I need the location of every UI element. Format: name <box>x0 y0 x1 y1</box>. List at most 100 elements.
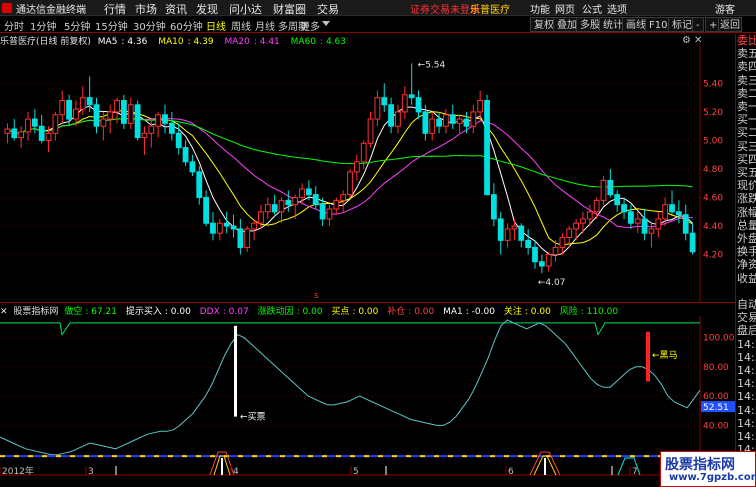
tab-period-1min[interactable]: 1分钟 <box>30 18 56 33</box>
menu-item-options[interactable]: 选项 <box>607 1 627 16</box>
menu-item-news[interactable]: 资讯 <box>165 1 187 17</box>
candle <box>230 214 237 238</box>
tab-period-60min[interactable]: 60分钟 <box>170 18 203 33</box>
candle <box>669 190 675 215</box>
candle <box>210 211 216 241</box>
candle-body <box>367 118 374 144</box>
menu-item-discover[interactable]: 发现 <box>196 1 218 17</box>
settings-icon[interactable]: ⚙ <box>682 35 691 46</box>
menu-item-market-quote[interactable]: 行情 <box>104 1 126 17</box>
menu-item-market[interactable]: 市场 <box>135 1 157 17</box>
close-icon[interactable]: ✕ <box>694 35 702 46</box>
x-axis-label: 3 <box>88 467 94 476</box>
x-axis-label: 4 <box>233 467 239 476</box>
side-panel-item: 14:50 <box>737 337 756 351</box>
candle-body <box>292 197 299 206</box>
candle-body <box>114 100 120 113</box>
candle-body <box>614 194 621 206</box>
side-panel-item: 现价 <box>737 179 756 193</box>
candle-body <box>593 199 600 213</box>
candle <box>326 204 333 227</box>
candle-body <box>121 100 127 124</box>
candle <box>388 97 395 134</box>
tab-period-weekly[interactable]: 周线 <box>231 18 251 33</box>
candle-body <box>66 100 72 120</box>
candle <box>538 254 545 274</box>
candle <box>155 111 162 138</box>
side-panel-item: 14:50 <box>737 377 756 391</box>
candle <box>449 104 456 130</box>
candle-body <box>552 246 559 256</box>
candle-body <box>182 147 189 163</box>
menu-item-formula[interactable]: 公式 <box>582 1 602 16</box>
candle-body <box>162 114 168 124</box>
menu-item-ask[interactable]: 问小达 <box>229 1 262 17</box>
tab-period-15min[interactable]: 15分钟 <box>95 18 128 33</box>
side-panel-item: 14:50 <box>737 416 756 430</box>
y-tick-label: 5.00 <box>703 136 723 146</box>
candle-body <box>395 111 401 127</box>
candle-body <box>73 108 79 120</box>
candle-body <box>347 171 353 196</box>
watermark-url: www.7gpzb.com <box>669 472 756 483</box>
candle <box>127 97 134 130</box>
menu-item-wealth[interactable]: 财富圈 <box>273 1 306 17</box>
side-panel-item <box>736 285 756 298</box>
candlestick-chart[interactable]: 5.40 5.20 5.00 4.80 4.60 4.40 4.20 ←5.54 ←4.07 s <box>0 46 735 302</box>
candle <box>333 197 340 215</box>
candle <box>408 63 415 105</box>
candle-body <box>538 261 545 267</box>
candle <box>443 109 449 134</box>
side-panel-item: 14:50 <box>737 403 756 417</box>
candle-body <box>490 194 497 220</box>
side-panel-item: 卖四 <box>737 60 756 74</box>
menu-item-trade[interactable]: 交易 <box>317 1 339 17</box>
indicator-chart[interactable]: 100.0080.0060.0040.0020.00←买票←黑马52.51201… <box>0 316 735 476</box>
tab-period-30min[interactable]: 30分钟 <box>133 18 166 33</box>
current-value: 52.51 <box>703 403 729 413</box>
side-panel-item: 涨幅 <box>737 205 756 219</box>
candle-body <box>203 197 210 224</box>
chevron-down-icon[interactable] <box>322 21 330 26</box>
s-marker: s <box>314 291 319 301</box>
y-tick-label: 4.40 <box>703 222 723 232</box>
side-panel-item: 买二 <box>737 126 756 140</box>
tab-period-timeshare[interactable]: 分时 <box>4 18 24 33</box>
black-horse-label: ←黑马 <box>652 350 678 361</box>
y-tick-label: 4.20 <box>703 251 723 261</box>
candle <box>675 200 682 224</box>
candle-body <box>4 128 11 134</box>
candle-body <box>607 179 614 196</box>
candle-body <box>566 228 573 238</box>
main-chart-info: 乐普医疗(日线 前复权) MA5: 4.36 MA10: 4.39 MA20: … <box>0 37 346 47</box>
candle <box>614 190 621 212</box>
x-axis-label: 7 <box>632 467 638 476</box>
side-panel-item: 卖一 <box>737 100 756 114</box>
zoom-out-button[interactable]: - <box>692 17 704 32</box>
tab-period-monthly[interactable]: 月线 <box>255 18 275 33</box>
candle <box>607 168 614 198</box>
candle-body <box>634 218 641 224</box>
candle <box>258 204 264 229</box>
candle-body <box>79 97 86 110</box>
candle-body <box>299 188 305 199</box>
tab-period-more[interactable]: 更多 <box>300 18 320 33</box>
candle <box>141 126 148 155</box>
candle-body <box>545 254 552 267</box>
candle <box>189 154 196 177</box>
candle-body <box>360 142 367 163</box>
back-button[interactable]: 返回 <box>718 17 742 32</box>
menu-item-web[interactable]: 网页 <box>555 1 575 16</box>
candle-body <box>312 194 319 206</box>
candle <box>593 197 600 219</box>
indicator-info: ✕ 股票指标网 做空: 67.21 提示买入: 0.00 DDX: 0.07 涨… <box>0 307 619 317</box>
candle <box>374 90 381 127</box>
candle-body <box>168 122 175 134</box>
menu-item-function[interactable]: 功能 <box>530 1 550 16</box>
tab-period-daily[interactable]: 日线 <box>206 18 226 33</box>
candle-body <box>93 104 100 127</box>
tab-period-5min[interactable]: 5分钟 <box>64 18 90 33</box>
user-guest-label[interactable]: 游客 <box>715 1 735 16</box>
candle <box>25 111 31 141</box>
candle <box>121 94 127 130</box>
